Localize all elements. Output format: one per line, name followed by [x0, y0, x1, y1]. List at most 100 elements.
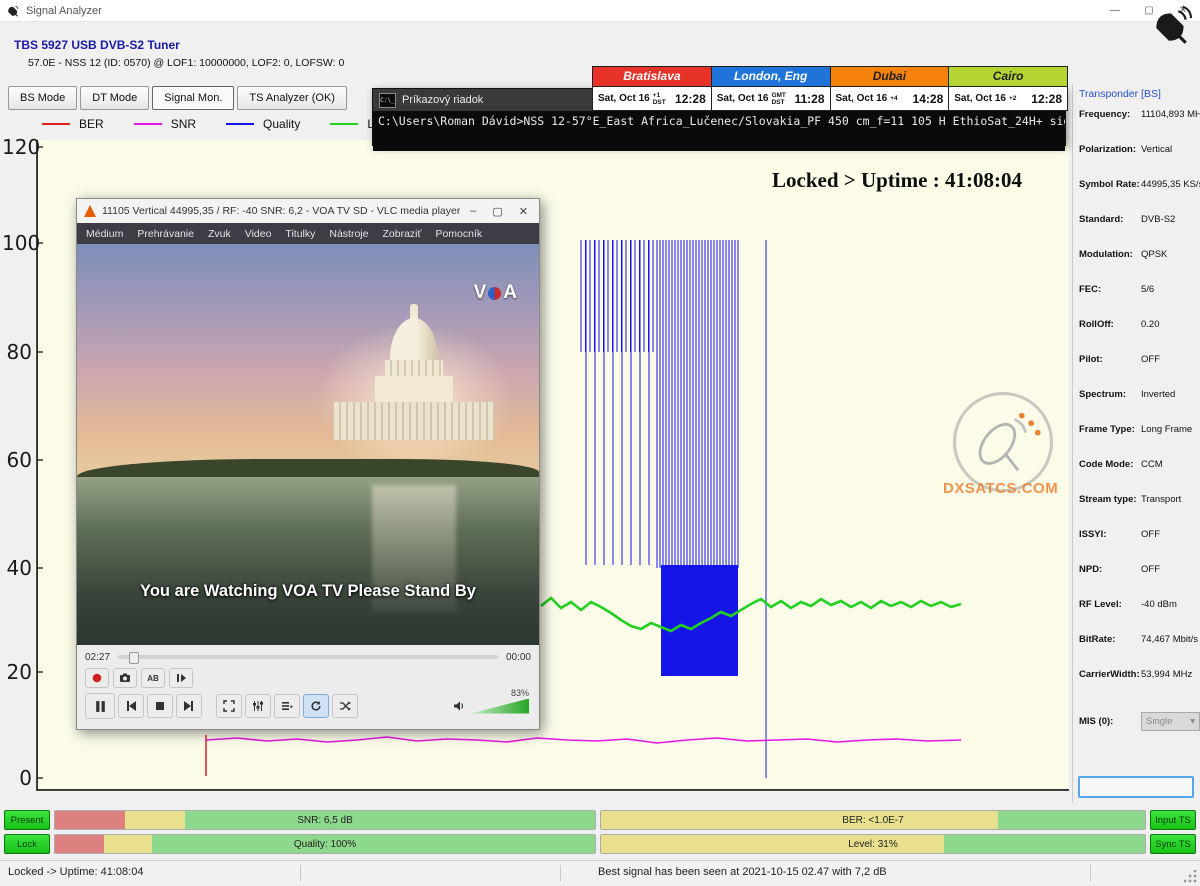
vlc-title: 11105 Vertical 44995,35 / RF: -40 SNR: 6… — [102, 205, 460, 217]
y-tick-20: 20 — [2, 660, 32, 684]
clock-date: Sat, Oct 16 — [717, 93, 769, 104]
ber-gauge-text: BER: <1.0E-7 — [601, 811, 1145, 829]
playlist-icon — [281, 700, 293, 712]
mis-row: MIS (0): Single ▾ — [1079, 712, 1200, 731]
vlc-menu-n-stroje[interactable]: Nástroje — [329, 228, 368, 240]
transponder-row-rolloff: RollOff:0.20 — [1079, 317, 1200, 352]
transponder-row-rf-level: RF Level:-40 dBm — [1079, 597, 1200, 632]
statusbar-lock-uptime: Locked -> Uptime: 41:08:04 — [8, 866, 143, 878]
legend-swatch — [42, 123, 70, 125]
vlc-volume-slider[interactable] — [471, 699, 529, 714]
record-icon — [91, 672, 103, 684]
transponder-label: Stream type: — [1079, 494, 1141, 505]
vlc-ab-loop-button[interactable]: AB — [141, 668, 165, 688]
clock-utc-offset: +1DST — [653, 92, 666, 106]
transponder-row-symbol-rate: Symbol Rate:44995,35 KS/s — [1079, 177, 1200, 212]
vlc-minimize-icon[interactable]: – — [470, 205, 476, 218]
statusbar-divider — [560, 865, 561, 881]
vlc-loop-button[interactable] — [303, 694, 329, 718]
camera-icon — [119, 672, 131, 684]
vlc-shuffle-button[interactable] — [332, 694, 358, 718]
speaker-icon — [453, 700, 465, 712]
mis-dropdown[interactable]: Single ▾ — [1141, 712, 1200, 731]
clock-london-eng: London, EngSat, Oct 16GMTDST11:28 — [712, 67, 831, 110]
clock-date: Sat, Oct 16 — [598, 93, 650, 104]
app-titlebar[interactable]: Signal Analyzer — ▢ ✕ — [0, 0, 1200, 22]
vlc-menu-prehr-vanie[interactable]: Prehrávanie — [137, 228, 194, 240]
transponder-label: ISSYI: — [1079, 529, 1141, 540]
vlc-menu-video[interactable]: Video — [245, 228, 272, 240]
level-gauge-text: Level: 31% — [601, 835, 1145, 853]
vlc-menu-zvuk[interactable]: Zvuk — [208, 228, 231, 240]
ab-loop-icon: AB — [147, 674, 159, 683]
vlc-menubar: Médium Prehrávanie Zvuk Video Titulky Nástroj… — [77, 223, 539, 244]
transponder-label: Modulation: — [1079, 249, 1141, 260]
transponder-row-polarization: Polarization:Vertical — [1079, 142, 1200, 177]
vlc-menu-zobrazi[interactable]: Zobraziť — [382, 228, 421, 240]
legend-swatch — [330, 123, 358, 125]
legend-swatch — [134, 123, 162, 125]
vlc-record-button[interactable] — [85, 668, 109, 688]
vlc-next-button[interactable] — [176, 694, 202, 718]
minimize-icon[interactable]: — — [1098, 0, 1132, 21]
vlc-menu-pomocn-k[interactable]: Pomocník — [435, 228, 482, 240]
clock-date: Sat, Oct 16 — [836, 93, 888, 104]
transponder-label: Polarization: — [1079, 144, 1141, 155]
vlc-time-current: 02:27 — [85, 652, 110, 663]
transponder-row-carrierwidth: CarrierWidth:53,994 MHz — [1079, 667, 1200, 702]
clock-time: 14:28 — [913, 92, 944, 106]
transponder-value: OFF — [1141, 529, 1200, 540]
app-title: Signal Analyzer — [26, 5, 102, 17]
transponder-row-frame-type: Frame Type:Long Frame — [1079, 422, 1200, 457]
tab-dt-mode[interactable]: DT Mode — [80, 86, 149, 110]
quality-gauge-text: Quality: 100% — [55, 835, 595, 853]
world-clocks: BratislavaSat, Oct 16+1DST12:28London, E… — [592, 66, 1068, 111]
vlc-snapshot-button[interactable] — [113, 668, 137, 688]
vlc-seek-slider[interactable] — [118, 655, 498, 659]
vlc-previous-button[interactable] — [118, 694, 144, 718]
transponder-panel: Transponder [BS] Frequency:11104,893 MHz… — [1072, 84, 1200, 802]
status-gauges: Present Lock Input TS Sync TS SNR: 6,5 d… — [0, 808, 1200, 858]
clock-time: 12:28 — [1031, 92, 1062, 106]
tab-signal-mon[interactable]: Signal Mon. — [152, 86, 234, 110]
vlc-pause-button[interactable] — [85, 693, 115, 719]
transponder-row-npd: NPD:OFF — [1079, 562, 1200, 597]
clock-date: Sat, Oct 16 — [954, 93, 1006, 104]
cmd-prompt-line: C:\Users\Roman Dávid>NSS 12-57°E_East Af… — [378, 114, 1065, 128]
tab-bs-mode[interactable]: BS Mode — [8, 86, 77, 110]
present-indicator: Present — [4, 810, 50, 830]
transponder-label: FEC: — [1079, 284, 1141, 295]
voa-logo-dot — [488, 287, 501, 300]
transponder-label: Standard: — [1079, 214, 1141, 225]
vlc-maximize-icon[interactable]: ▢ — [492, 205, 502, 218]
transponder-value: Long Frame — [1141, 424, 1200, 435]
transponder-value: CCM — [1141, 459, 1200, 470]
vlc-menu-titulky[interactable]: Titulky — [285, 228, 315, 240]
vlc-playlist-button[interactable] — [274, 694, 300, 718]
vlc-fullscreen-button[interactable] — [216, 694, 242, 718]
legend-item-ber: BER — [42, 117, 104, 131]
transponder-value: -40 dBm — [1141, 599, 1200, 610]
tab-ts-analyzer-ok[interactable]: TS Analyzer (OK) — [237, 86, 347, 110]
vlc-equalizer-button[interactable] — [245, 694, 271, 718]
vlc-volume-control[interactable]: 83% — [453, 699, 531, 714]
mis-label: MIS (0): — [1079, 716, 1141, 727]
level-gauge: Level: 31% — [600, 834, 1146, 854]
transponder-row-pilot: Pilot:OFF — [1079, 352, 1200, 387]
vlc-titlebar[interactable]: 11105 Vertical 44995,35 / RF: -40 SNR: 6… — [77, 199, 539, 223]
vlc-seek-handle[interactable] — [129, 652, 139, 664]
resize-grip[interactable] — [1184, 870, 1198, 884]
cmd-output[interactable]: C:\Users\Roman Dávid>NSS 12-57°E_East Af… — [373, 111, 1065, 151]
transponder-value: OFF — [1141, 354, 1200, 365]
vlc-frame-step-button[interactable] — [169, 668, 193, 688]
sidebar-action-button[interactable] — [1078, 776, 1194, 798]
clock-dubai: DubaiSat, Oct 16+414:28 — [831, 67, 950, 110]
transponder-value: QPSK — [1141, 249, 1200, 260]
clock-utc-offset: +4 — [890, 95, 897, 102]
sync-ts-indicator: Sync TS — [1150, 834, 1196, 854]
clock-utc-offset: +2 — [1009, 95, 1016, 102]
vlc-menu-m-dium[interactable]: Médium — [86, 228, 123, 240]
transponder-title: Transponder [BS] — [1079, 88, 1200, 100]
vlc-stop-button[interactable] — [147, 694, 173, 718]
vlc-close-icon[interactable]: ✕ — [519, 205, 528, 218]
